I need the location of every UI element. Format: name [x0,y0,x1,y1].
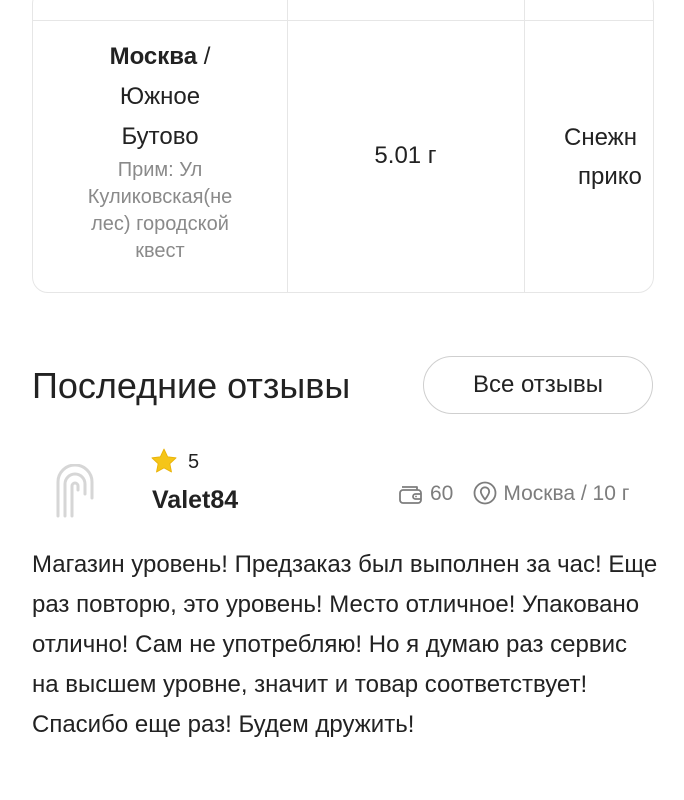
location-note-line: Прим: Ул [117,159,203,181]
review-username: Valet84 [152,486,239,514]
table-cell-weight: 5.01 г [374,142,437,169]
location-separator: / [197,43,211,70]
review-rating: 5 [188,451,200,473]
review-text: Магазин уровень! Предзаказ был выполнен … [32,551,658,738]
table-cell-location: Москва / Южное Бутово Прим: Ул Куликовск… [33,37,287,265]
review-location: Москва / 10 г [503,482,630,505]
location-district-line1: Южное [119,83,201,110]
table-cell-product: Снежн прико [524,118,653,196]
all-reviews-button[interactable]: Все отзывы [423,356,653,414]
location-note-line: Куликовская(не [87,186,233,208]
order-table: Москва / Южное Бутово Прим: Ул Куликовск… [32,0,654,293]
brand-logo-icon [54,463,96,518]
reviews-section-title: Последние отзывы [32,365,351,406]
location-district-line2: Бутово [121,123,199,150]
location-note-line: квест [135,240,185,262]
table-row-previous [33,0,653,21]
star-icon [150,447,178,475]
map-pin-icon [473,481,497,507]
location-city: Москва [109,43,198,70]
review-meta: 60 Москва / 10 г [398,479,629,509]
product-name-line2: прико [578,163,642,190]
location-note-line: лес) городской [91,213,229,235]
purchase-count: 60 [430,482,454,505]
product-name-line1: Снежн [564,124,637,151]
wallet-icon [398,483,424,505]
